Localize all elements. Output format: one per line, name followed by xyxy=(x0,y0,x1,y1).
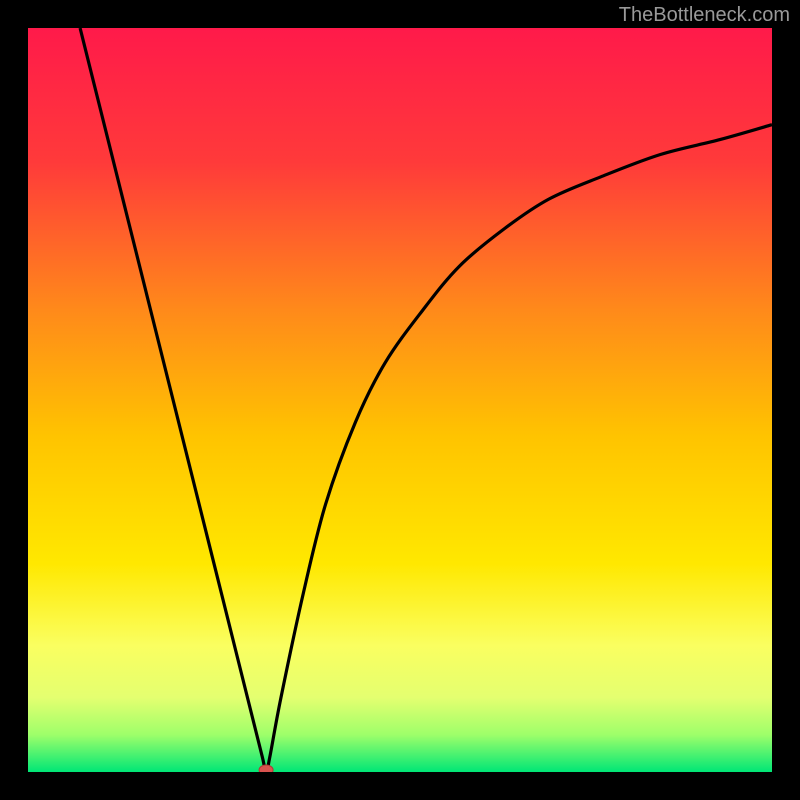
plot-area xyxy=(28,28,772,772)
bottleneck-curve-path xyxy=(80,28,772,772)
optimal-point-marker xyxy=(259,765,273,772)
watermark-text: TheBottleneck.com xyxy=(619,4,790,27)
chart-curve xyxy=(28,28,772,772)
